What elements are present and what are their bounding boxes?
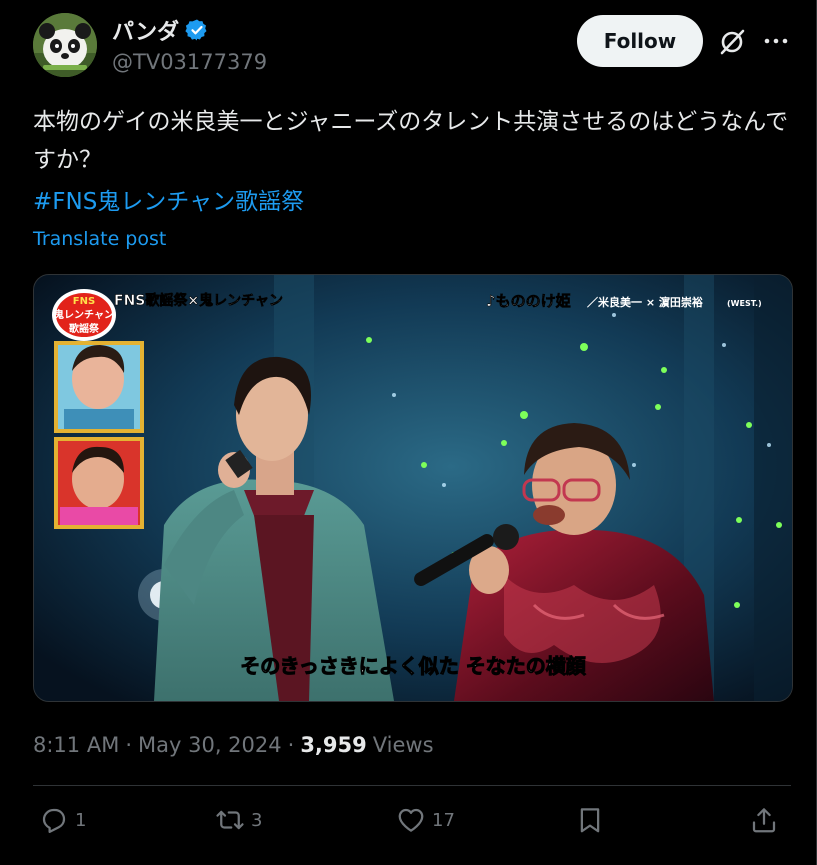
views-count: 3,959 <box>300 733 367 757</box>
show-logo-line-2: 鬼レンチャン <box>54 308 114 321</box>
views-label: Views <box>372 733 434 757</box>
action-bar: 1 3 17 <box>33 805 791 855</box>
video-subtitle: そのきっさきによく似た そなたの横顔 <box>240 654 587 678</box>
like-icon <box>398 808 424 832</box>
reply-count: 1 <box>75 809 87 831</box>
more-dots-icon[interactable] <box>762 27 790 55</box>
song-performers-group: (WEST.) <box>727 299 762 308</box>
share-icon <box>752 808 776 833</box>
song-performers: ／米良美一 × 濵田崇裕 <box>587 295 703 309</box>
share-button[interactable] <box>749 805 779 835</box>
author-display-name[interactable]: パンダ <box>112 14 179 46</box>
panda-avatar-image <box>33 13 97 77</box>
like-button[interactable]: 17 <box>396 805 455 835</box>
show-logo: FNS 鬼レンチャン 歌謡祭 <box>52 289 116 341</box>
divider <box>33 785 791 786</box>
tweet-text: 本物のゲイの米良美一とジャニーズのタレント共演させるのはどうなんですか？ <box>33 109 789 173</box>
repost-button[interactable]: 3 <box>215 805 262 835</box>
wipe-box-bottom <box>54 437 144 529</box>
repost-icon <box>216 810 244 830</box>
song-title: ♪もののけ姫 <box>486 292 571 310</box>
avatar[interactable] <box>33 13 97 77</box>
hashtag-link[interactable]: #FNS鬼レンチャン歌謡祭 <box>33 183 304 221</box>
translate-post-link[interactable]: Translate post <box>33 228 166 250</box>
like-count: 17 <box>432 809 455 831</box>
tweet-card: パンダ @TV03177379 Follow 本物のゲイの米良美一とジャニーズの… <box>0 0 817 865</box>
bookmark-button[interactable] <box>575 805 605 835</box>
reply-icon <box>42 808 66 833</box>
meta-separator: · <box>125 733 133 757</box>
follow-button[interactable]: Follow <box>577 15 703 67</box>
tweet-video[interactable]: FNS 鬼レンチャン 歌謡祭 FNS歌謡祭×鬼レンチャン ♪もののけ姫 ／米良美… <box>33 274 793 702</box>
show-title: FNS歌謡祭×鬼レンチャン <box>114 292 283 309</box>
meta-separator-2: · <box>287 733 295 757</box>
reply-button[interactable]: 1 <box>39 805 86 835</box>
video-frame: FNS 鬼レンチャン 歌謡祭 FNS歌謡祭×鬼レンチャン ♪もののけ姫 ／米良美… <box>34 275 792 701</box>
author-name-row[interactable]: パンダ <box>112 14 209 46</box>
show-logo-line-3: 歌謡祭 <box>69 322 100 335</box>
wipe-box-top <box>54 341 144 433</box>
tweet-meta-row: 8:11 AM · May 30, 2024 · 3,959 Views <box>33 733 434 757</box>
author-handle[interactable]: @TV03177379 <box>112 50 267 74</box>
bookmark-icon <box>580 808 600 833</box>
grok-slash-icon[interactable] <box>717 27 747 57</box>
verified-badge-icon <box>185 19 207 41</box>
tweet-time[interactable]: 8:11 AM <box>33 733 119 757</box>
repost-count: 3 <box>251 809 263 831</box>
show-logo-line-1: FNS <box>73 296 95 307</box>
tweet-date[interactable]: May 30, 2024 <box>138 733 282 757</box>
